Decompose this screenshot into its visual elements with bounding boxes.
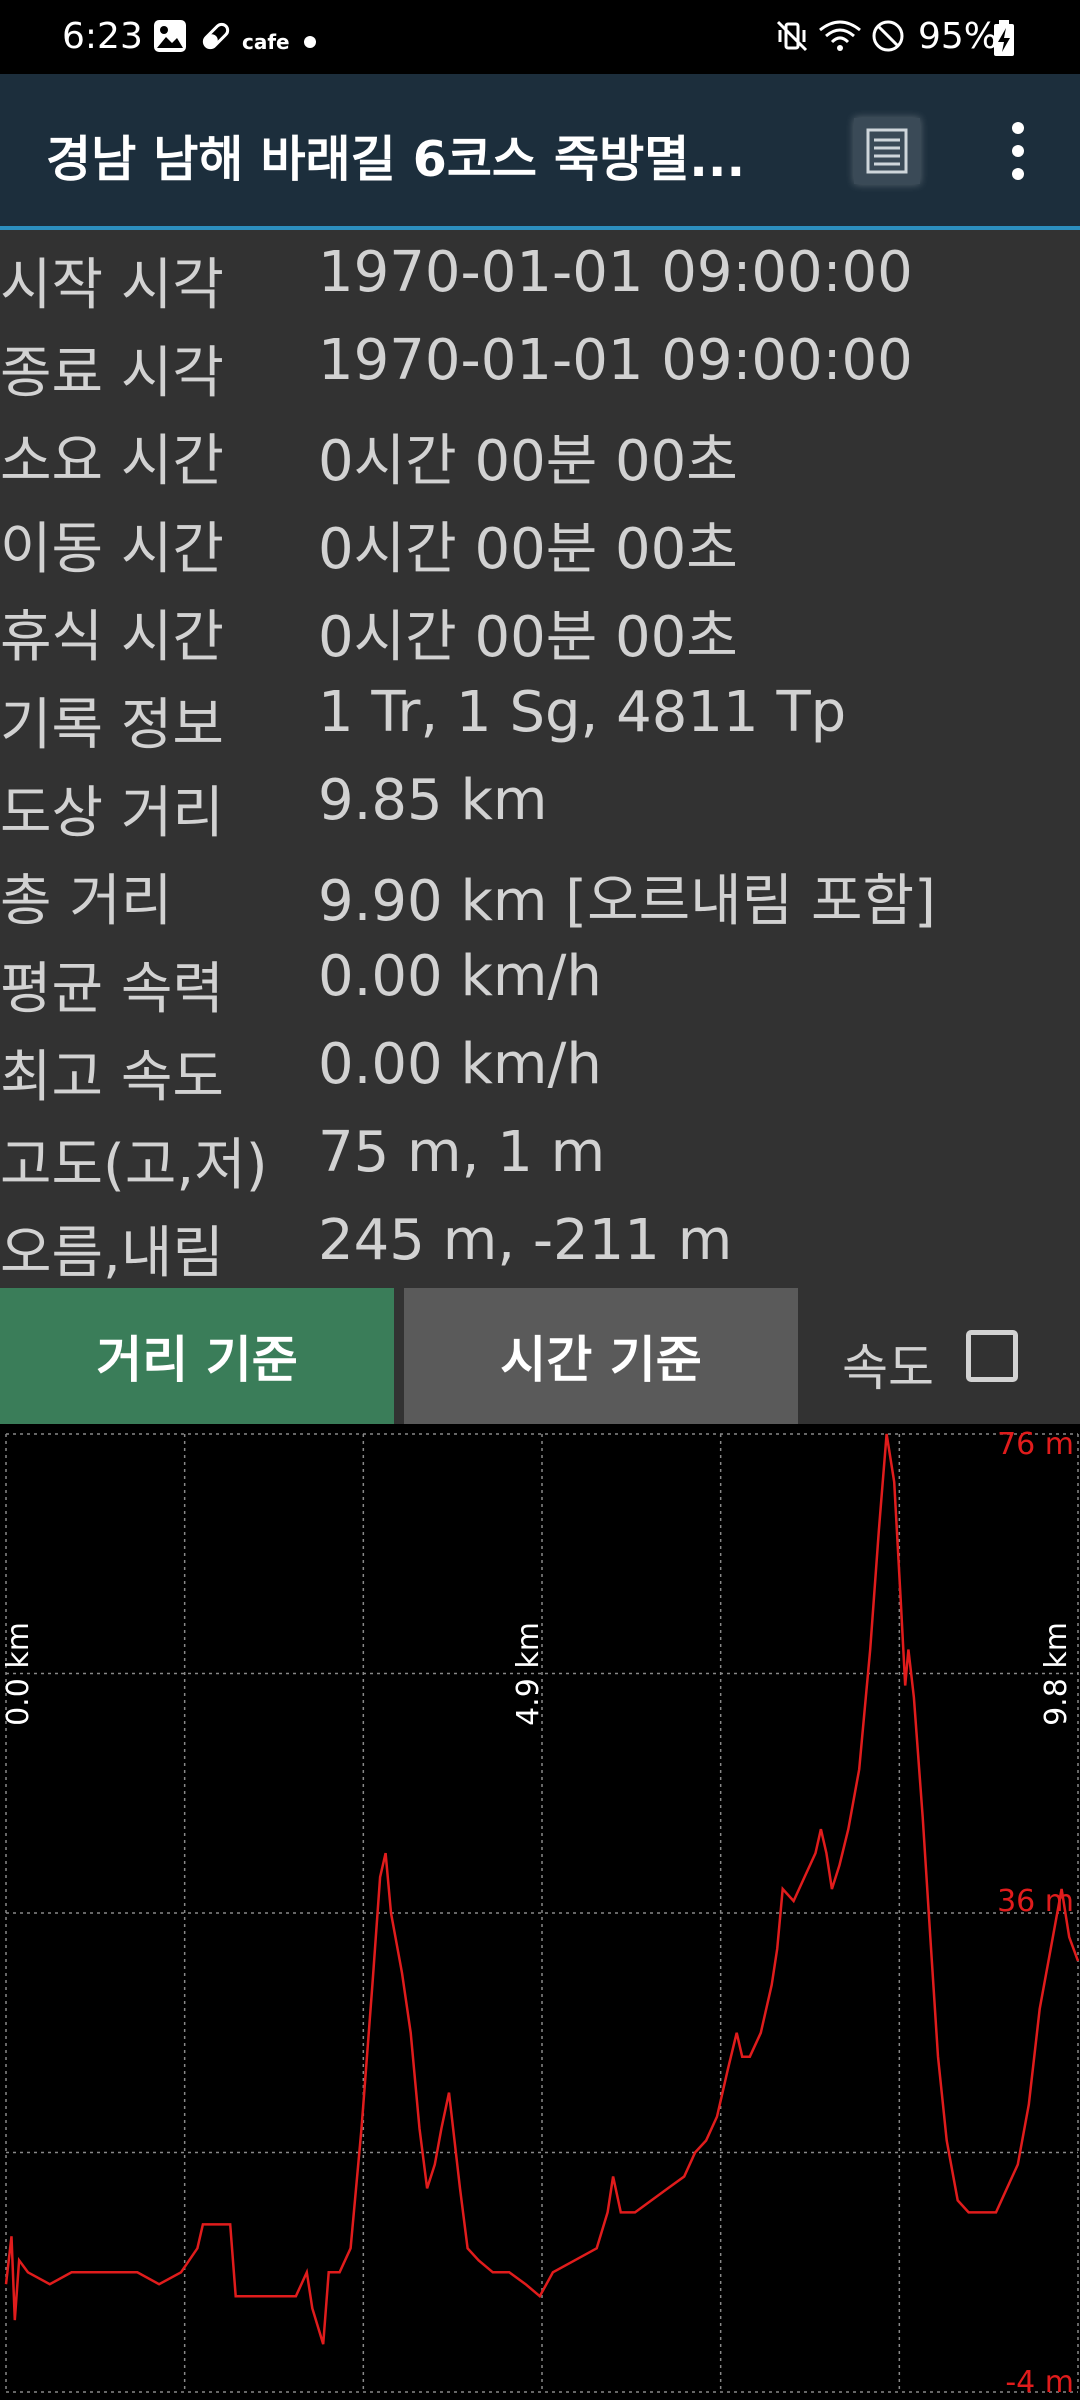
stat-value: 0시간 00분 00초 — [318, 517, 738, 582]
list-menu-button[interactable] — [854, 118, 920, 184]
stat-label: 시작 시각 — [0, 253, 224, 318]
elevation-chart[interactable]: 0.0 km 4.9 km 9.8 km 76 m 36 m -4 m — [0, 1424, 1080, 2400]
list-icon — [866, 128, 908, 174]
chart-mode-bar: 거리 기준 시간 기준 속도 — [0, 1288, 1080, 1424]
stat-row-elapsed-time: 소요 시간 0시간 00분 00초 — [0, 410, 1080, 498]
stat-value: 1970-01-01 09:00:00 — [318, 328, 913, 393]
stat-row-altitude: 고도(고,저) 75 m, 1 m — [0, 1114, 1080, 1202]
pill-icon — [198, 18, 234, 58]
track-stats: 시작 시각 1970-01-01 09:00:00 종료 시각 1970-01-01… — [0, 234, 1080, 1290]
stat-label: 기록 정보 — [0, 693, 224, 758]
stat-row-map-distance: 도상 거리 9.85 km — [0, 762, 1080, 850]
stat-row-record-info: 기록 정보 1 Tr, 1 Sg, 4811 Tp — [0, 674, 1080, 762]
wifi-icon — [818, 18, 862, 58]
x-tick-label: 0.0 km — [1, 1622, 36, 1726]
battery-percent: 95% — [918, 16, 999, 57]
stat-row-average-speed: 평균 속력 0.00 km/h — [0, 938, 1080, 1026]
stat-value: 0시간 00분 00초 — [318, 429, 738, 494]
stat-label: 총 거리 — [0, 869, 173, 934]
do-not-disturb-icon — [870, 18, 906, 58]
more-vert-icon — [1012, 122, 1024, 180]
stat-row-end-time: 종료 시각 1970-01-01 09:00:00 — [0, 322, 1080, 410]
stat-row-moving-time: 이동 시간 0시간 00분 00초 — [0, 498, 1080, 586]
stat-label: 이동 시간 — [0, 517, 224, 582]
stat-value: 1970-01-01 09:00:00 — [318, 240, 913, 305]
stat-label: 오름,내림 — [0, 1221, 224, 1286]
overflow-menu-button[interactable] — [1000, 116, 1036, 186]
stat-value: 1 Tr, 1 Sg, 4811 Tp — [318, 680, 847, 745]
y-tick-label: 76 m — [997, 1427, 1074, 1462]
stat-row-total-distance: 총 거리 9.90 km [오르내림 포함] — [0, 850, 1080, 938]
stat-row-max-speed: 최고 속도 0.00 km/h — [0, 1026, 1080, 1114]
stat-value: 0.00 km/h — [318, 944, 602, 1009]
time-mode-button[interactable]: 시간 기준 — [404, 1288, 798, 1424]
stat-label: 평균 속력 — [0, 957, 224, 1022]
stat-row-rest-time: 휴식 시간 0시간 00분 00초 — [0, 586, 1080, 674]
stat-label: 휴식 시간 — [0, 605, 224, 670]
notification-dot-icon — [304, 36, 316, 48]
page-title: 경남 남해 바래길 6코스 죽방멸... — [46, 131, 746, 188]
stat-value: 0.00 km/h — [318, 1032, 602, 1097]
stat-value: 9.85 km — [318, 768, 548, 833]
speed-label: 속도 — [842, 1339, 934, 1397]
status-bar: 6:23 cafe 95% — [0, 0, 1080, 74]
stat-value: 75 m, 1 m — [318, 1120, 606, 1185]
x-tick-label: 9.8 km — [1039, 1622, 1074, 1726]
stat-label: 종료 시각 — [0, 341, 224, 406]
app-bar: 경남 남해 바래길 6코스 죽방멸... — [0, 74, 1080, 230]
battery-charging-icon — [992, 20, 1016, 62]
stat-label: 최고 속도 — [0, 1045, 224, 1110]
stat-value: 0시간 00분 00초 — [318, 605, 738, 670]
stat-label: 소요 시간 — [0, 429, 224, 494]
stat-value: 245 m, -211 m — [318, 1208, 733, 1273]
status-cafe-label: cafe — [242, 30, 290, 54]
vibrate-mute-icon — [774, 18, 810, 58]
stat-row-start-time: 시작 시각 1970-01-01 09:00:00 — [0, 234, 1080, 322]
elevation-chart-svg: 0.0 km 4.9 km 9.8 km 76 m 36 m -4 m — [1, 1427, 1080, 2400]
stat-label: 도상 거리 — [0, 781, 224, 846]
x-tick-label: 4.9 km — [511, 1622, 546, 1726]
stat-label: 고도(고,저) — [0, 1133, 268, 1198]
distance-mode-button[interactable]: 거리 기준 — [0, 1288, 394, 1424]
stat-row-ascent-descent: 오름,내림 245 m, -211 m — [0, 1202, 1080, 1290]
stat-value: 9.90 km [오르내림 포함] — [318, 869, 936, 934]
speed-checkbox[interactable] — [966, 1330, 1018, 1382]
status-time: 6:23 — [62, 16, 143, 57]
y-tick-label: 36 m — [997, 1884, 1074, 1919]
gallery-icon — [152, 18, 188, 58]
y-tick-label: -4 m — [1005, 2365, 1074, 2400]
